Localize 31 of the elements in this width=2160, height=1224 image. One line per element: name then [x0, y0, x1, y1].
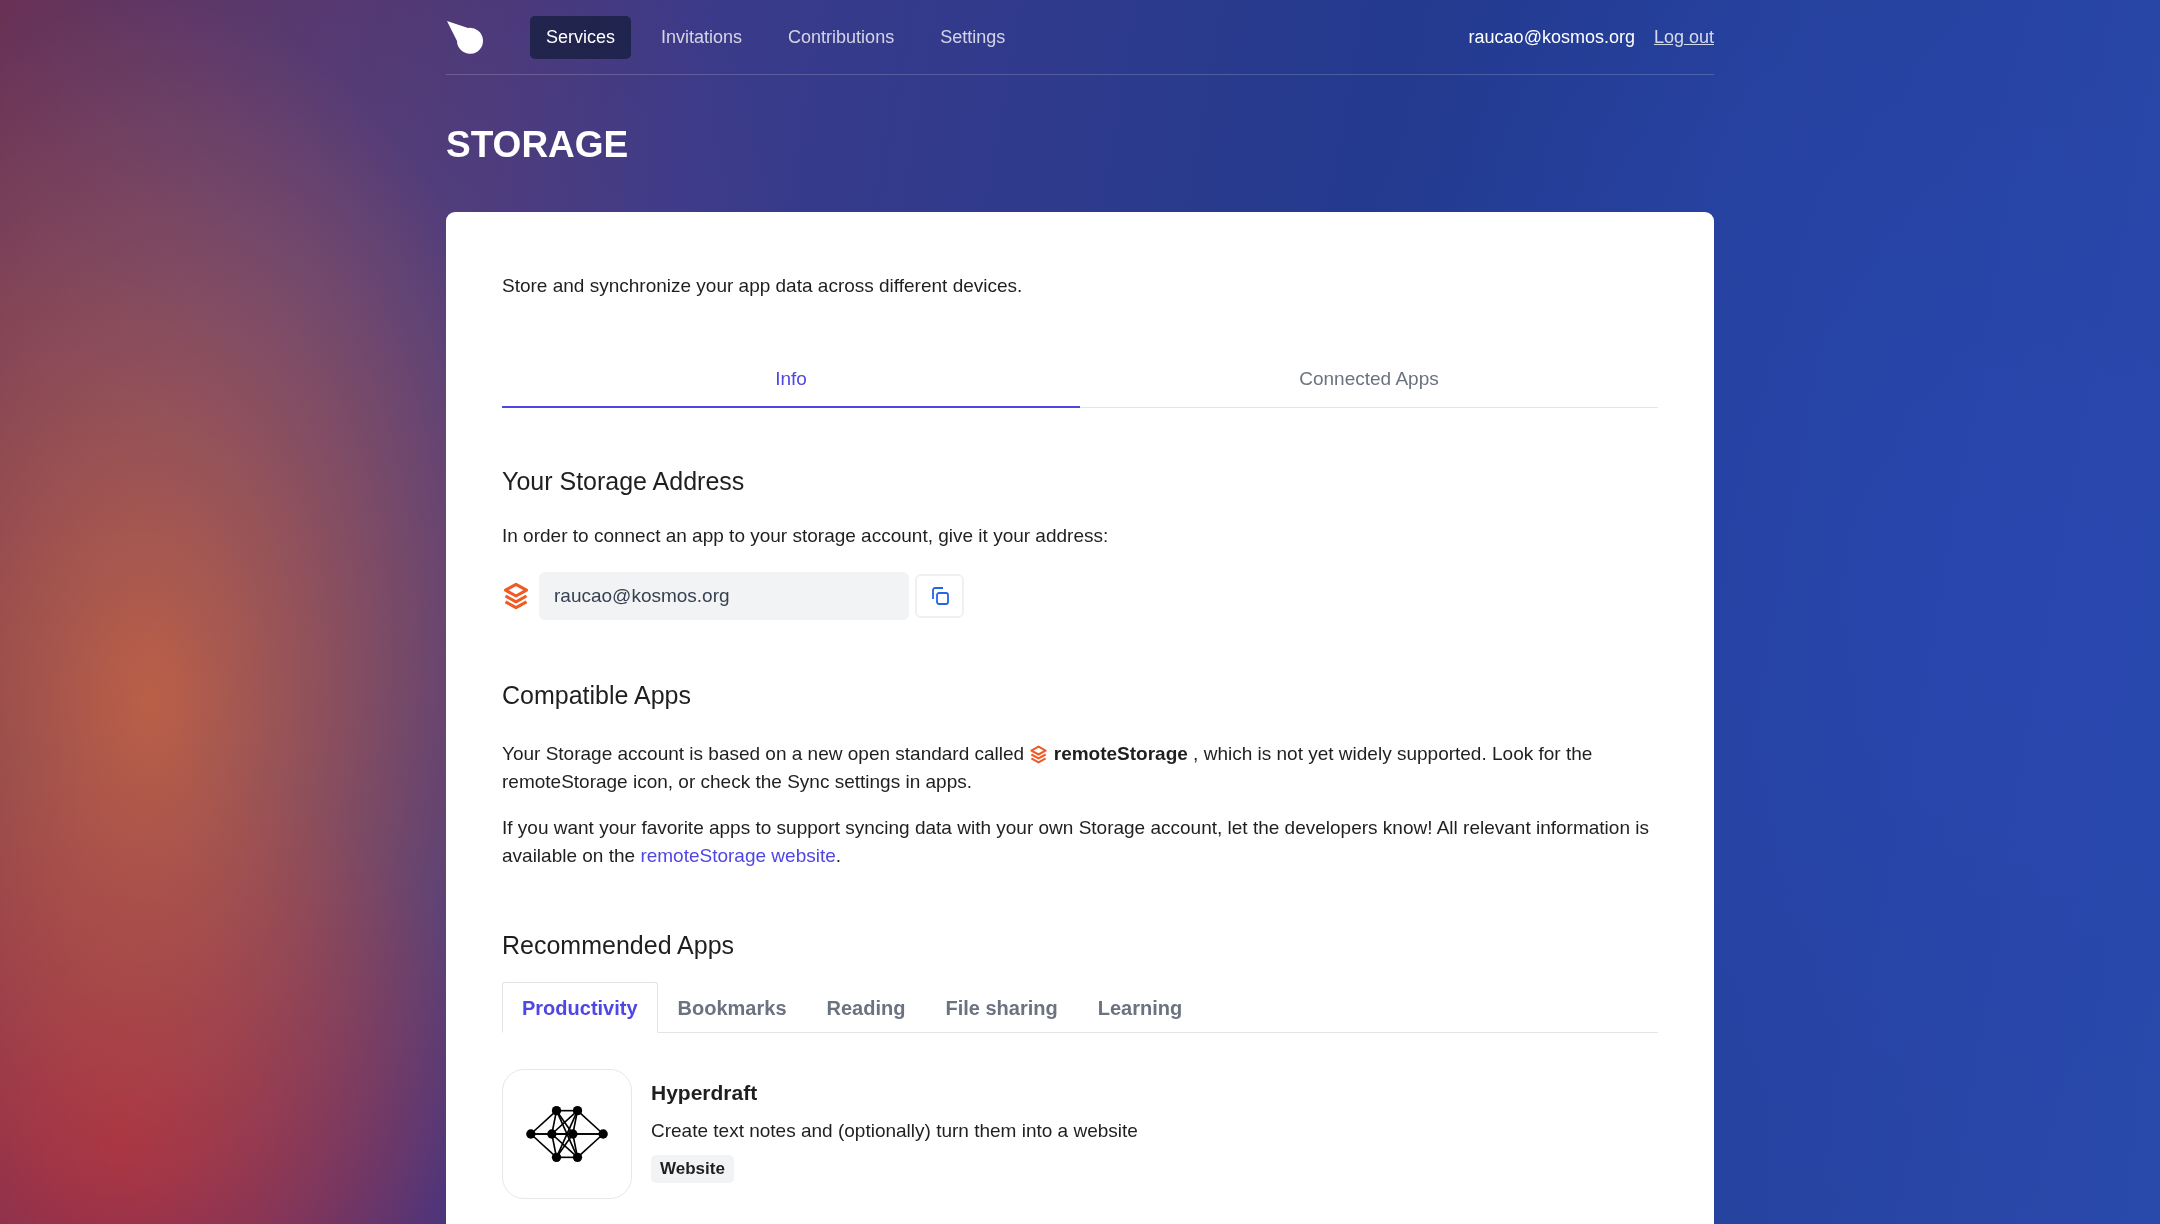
category-tab[interactable]: Learning: [1077, 982, 1203, 1033]
section-heading: Compatible Apps: [502, 680, 692, 711]
copy-icon: [929, 586, 950, 606]
info-paragraph: If you want your favorite apps to support syncing data with your own Storage account, let the developers know! All relevant information is available on the remoteStorage website.: [502, 816, 1650, 868]
nav-link[interactable]: Services: [530, 15, 632, 59]
app-description: Create text notes and (optionally) turn them into a website: [651, 1119, 1138, 1143]
category-tab[interactable]: Productivity: [502, 982, 658, 1033]
logout-link[interactable]: Log out: [1653, 26, 1714, 48]
category-tab[interactable]: Bookmarks: [657, 982, 807, 1033]
address-field[interactable]: raucao@kosmos.org: [539, 572, 909, 620]
tab[interactable]: Info: [502, 360, 1080, 408]
tab[interactable]: Connected Apps: [1080, 360, 1658, 408]
nav-link[interactable]: Contributions: [772, 15, 911, 59]
layers-icon: [1029, 745, 1049, 765]
category-tab[interactable]: Reading: [806, 982, 926, 1033]
nav-link[interactable]: Settings: [924, 15, 1022, 59]
section-heading: Recommended Apps: [502, 930, 736, 961]
logo-icon[interactable]: [446, 19, 486, 55]
category-tab[interactable]: File sharing: [925, 982, 1078, 1033]
info-paragraph: Your Storage account is based on a new open standard called remoteStorage , which is not yet widely supported. Look for the remoteStorage icon, or check the Sync settings in apps.: [502, 742, 1594, 794]
section-heading: Your Storage Address: [502, 466, 746, 497]
copy-button[interactable]: [915, 574, 964, 618]
description-text: Store and synchronize your app data across different devices.: [502, 274, 1024, 298]
app-name: Hyperdraft: [651, 1081, 759, 1105]
instruction-text: In order to connect an app to your storage account, give it your address:: [502, 524, 1110, 548]
website-link[interactable]: remoteStorage website: [640, 845, 836, 866]
page-title: STORAGE: [446, 123, 630, 167]
layers-icon: [502, 582, 530, 610]
app-tag: Website: [651, 1155, 734, 1183]
nav-link[interactable]: Invitations: [645, 15, 759, 59]
user-email: raucao@kosmos.org: [1468, 26, 1635, 48]
